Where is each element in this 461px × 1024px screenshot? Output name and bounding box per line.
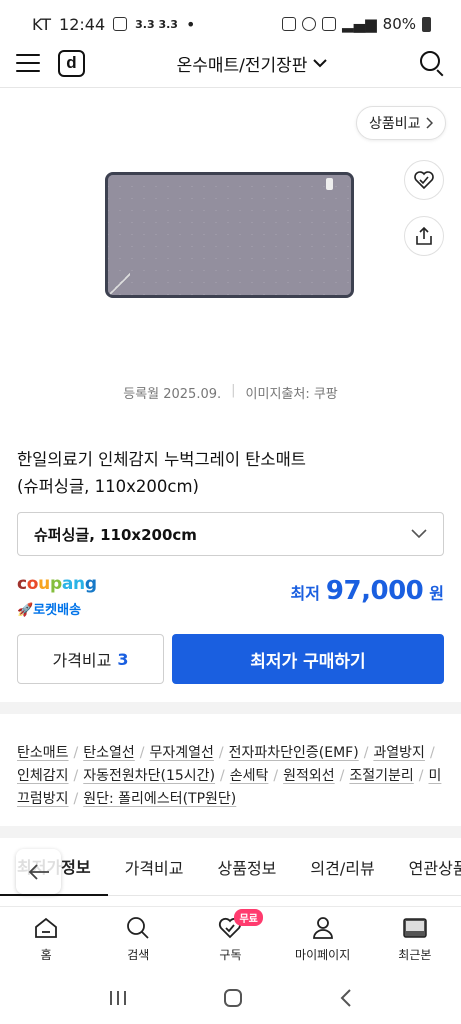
rocket-delivery-badge: 🚀로켓배송 bbox=[17, 603, 82, 618]
spec-tag[interactable]: 전자파차단인증(EMF) bbox=[229, 745, 359, 761]
price-compare-button[interactable]: 가격비교 3 bbox=[17, 634, 164, 684]
chevron-down-icon bbox=[411, 529, 427, 539]
option-select[interactable]: 슈퍼싱글, 110x200cm bbox=[17, 512, 444, 556]
recent-apps-icon[interactable] bbox=[107, 988, 129, 1008]
image-source: 이미지출처: 쿠팡 bbox=[245, 387, 338, 402]
product-image[interactable] bbox=[105, 172, 354, 298]
tag-separator: / bbox=[363, 745, 369, 761]
category-dropdown[interactable]: 온수매트/전기장판 bbox=[177, 51, 328, 76]
person-icon bbox=[312, 916, 333, 939]
bottom-nav: 홈 검색 무료 구독 마이페이지 최근본 bbox=[0, 906, 461, 970]
tag-separator: / bbox=[218, 745, 224, 761]
chevron-right-icon bbox=[426, 117, 433, 129]
search-icon bbox=[127, 916, 149, 939]
app-header: d 온수매트/전기장판 bbox=[0, 40, 461, 86]
nav-mypage-label: 마이페이지 bbox=[295, 947, 351, 962]
heart-check-icon bbox=[414, 171, 434, 190]
tag-separator: / bbox=[418, 768, 424, 784]
price-unit: 원 bbox=[429, 584, 444, 603]
free-badge: 무료 bbox=[234, 908, 263, 926]
tab-product-info[interactable]: 상품정보 bbox=[201, 838, 294, 896]
section-gap bbox=[0, 826, 461, 838]
category-label: 온수매트/전기장판 bbox=[176, 55, 308, 76]
spec-tag[interactable]: 원단: 폴리에스터(TP원단) bbox=[83, 791, 236, 807]
lowest-price: 최저 97,000 원 bbox=[290, 576, 444, 606]
hd-icon bbox=[322, 17, 337, 31]
dot-icon: • bbox=[185, 14, 196, 34]
tab-related[interactable]: 연관상품 bbox=[392, 838, 461, 896]
tag-separator: / bbox=[139, 745, 145, 761]
nav-mypage[interactable]: 마이페이지 bbox=[283, 915, 363, 963]
spec-tag[interactable]: 인체감지 bbox=[17, 768, 69, 784]
product-compare-label: 상품비교 bbox=[369, 116, 421, 132]
back-button[interactable] bbox=[16, 849, 61, 894]
spec-tag[interactable]: 원적외선 bbox=[283, 768, 335, 784]
spec-tag[interactable]: 조절기분리 bbox=[349, 768, 413, 784]
spec-tag[interactable]: 과열방지 bbox=[373, 745, 425, 761]
signal-icon: ▂▄▆ bbox=[342, 15, 377, 33]
nav-subscribe-label: 구독 bbox=[219, 947, 242, 962]
product-title: 한일의료기 인체감지 누벅그레이 탄소매트 (슈퍼싱글, 110x200cm) bbox=[17, 446, 437, 500]
nav-home-label: 홈 bbox=[40, 947, 52, 962]
home-button-icon[interactable] bbox=[222, 987, 244, 1009]
price-compare-count: 3 bbox=[117, 649, 129, 669]
product-title-line2: (슈퍼싱글, 110x200cm) bbox=[17, 477, 199, 496]
registered-date: 등록월 2025.09. bbox=[123, 387, 222, 402]
danawa-logo[interactable]: d bbox=[58, 49, 85, 77]
share-icon bbox=[416, 226, 432, 245]
nav-home[interactable]: 홈 bbox=[6, 915, 86, 963]
tag-separator: / bbox=[73, 768, 79, 784]
nav-recent-label: 최근본 bbox=[398, 947, 432, 962]
gallery-icon bbox=[113, 17, 128, 31]
nav-search[interactable]: 검색 bbox=[98, 915, 178, 963]
battery-level: 80% bbox=[382, 15, 416, 33]
product-title-line1: 한일의료기 인체감지 누벅그레이 탄소매트 bbox=[17, 450, 306, 469]
tag-separator: / bbox=[73, 745, 79, 761]
buy-lowest-button[interactable]: 최저가 구매하기 bbox=[172, 634, 444, 684]
recent-icon bbox=[403, 917, 427, 938]
share-button[interactable] bbox=[404, 216, 444, 256]
battery-icon bbox=[422, 16, 431, 32]
spec-tag[interactable]: 탄소매트 bbox=[17, 745, 69, 761]
spec-tag[interactable]: 탄소열선 bbox=[83, 745, 135, 761]
image-meta: 등록월 2025.09. | 이미지출처: 쿠팡 bbox=[123, 383, 338, 402]
nav-subscribe[interactable]: 무료 구독 bbox=[190, 908, 270, 963]
price-compare-label: 가격비교 bbox=[52, 651, 112, 670]
price-value: 97,000 bbox=[325, 576, 424, 606]
detail-tabs: 최저가정보 가격비교 상품정보 의견/리뷰 연관상품 bbox=[0, 838, 461, 896]
status-extra: 3.3 3.3 bbox=[135, 17, 178, 31]
spec-tag[interactable]: 손세탁 bbox=[230, 768, 269, 784]
header-divider bbox=[0, 87, 461, 88]
section-gap bbox=[0, 702, 461, 714]
seller-logo: coupang bbox=[17, 574, 97, 594]
search-icon[interactable] bbox=[419, 50, 445, 77]
spec-tag[interactable]: 자동전원차단(15시간) bbox=[83, 768, 215, 784]
spec-tags: 탄소매트 / 탄소열선 / 무자계열선 / 전자파차단인증(EMF) / 과열방지/인체감지 / 자… bbox=[17, 742, 442, 811]
alarm-icon bbox=[302, 17, 317, 31]
system-nav bbox=[0, 972, 461, 1024]
nav-search-label: 검색 bbox=[127, 947, 150, 962]
arrow-left-icon bbox=[28, 863, 49, 880]
wishlist-button[interactable] bbox=[404, 160, 444, 200]
nav-recent[interactable]: 최근본 bbox=[375, 915, 455, 963]
clock: 12:44 bbox=[59, 14, 106, 34]
tag-separator: / bbox=[220, 768, 225, 784]
tag-separator: / bbox=[273, 768, 279, 784]
tab-reviews[interactable]: 의견/리뷰 bbox=[293, 838, 391, 896]
spec-tag[interactable]: 무자계열선 bbox=[150, 745, 214, 761]
product-compare-button[interactable]: 상품비교 bbox=[356, 106, 446, 140]
selected-option: 슈퍼싱글, 110x200cm bbox=[34, 525, 197, 544]
home-icon bbox=[35, 917, 57, 938]
tab-price-compare[interactable]: 가격비교 bbox=[108, 838, 201, 896]
tag-separator: / bbox=[339, 768, 345, 784]
menu-icon[interactable] bbox=[16, 54, 40, 72]
chevron-down-icon bbox=[313, 59, 328, 68]
tag-separator: / bbox=[429, 745, 435, 761]
tag-separator: / bbox=[73, 791, 79, 807]
lock-icon bbox=[282, 17, 297, 31]
carrier: KT bbox=[32, 14, 52, 34]
back-nav-icon[interactable] bbox=[338, 988, 354, 1008]
price-label: 최저 bbox=[290, 584, 320, 603]
